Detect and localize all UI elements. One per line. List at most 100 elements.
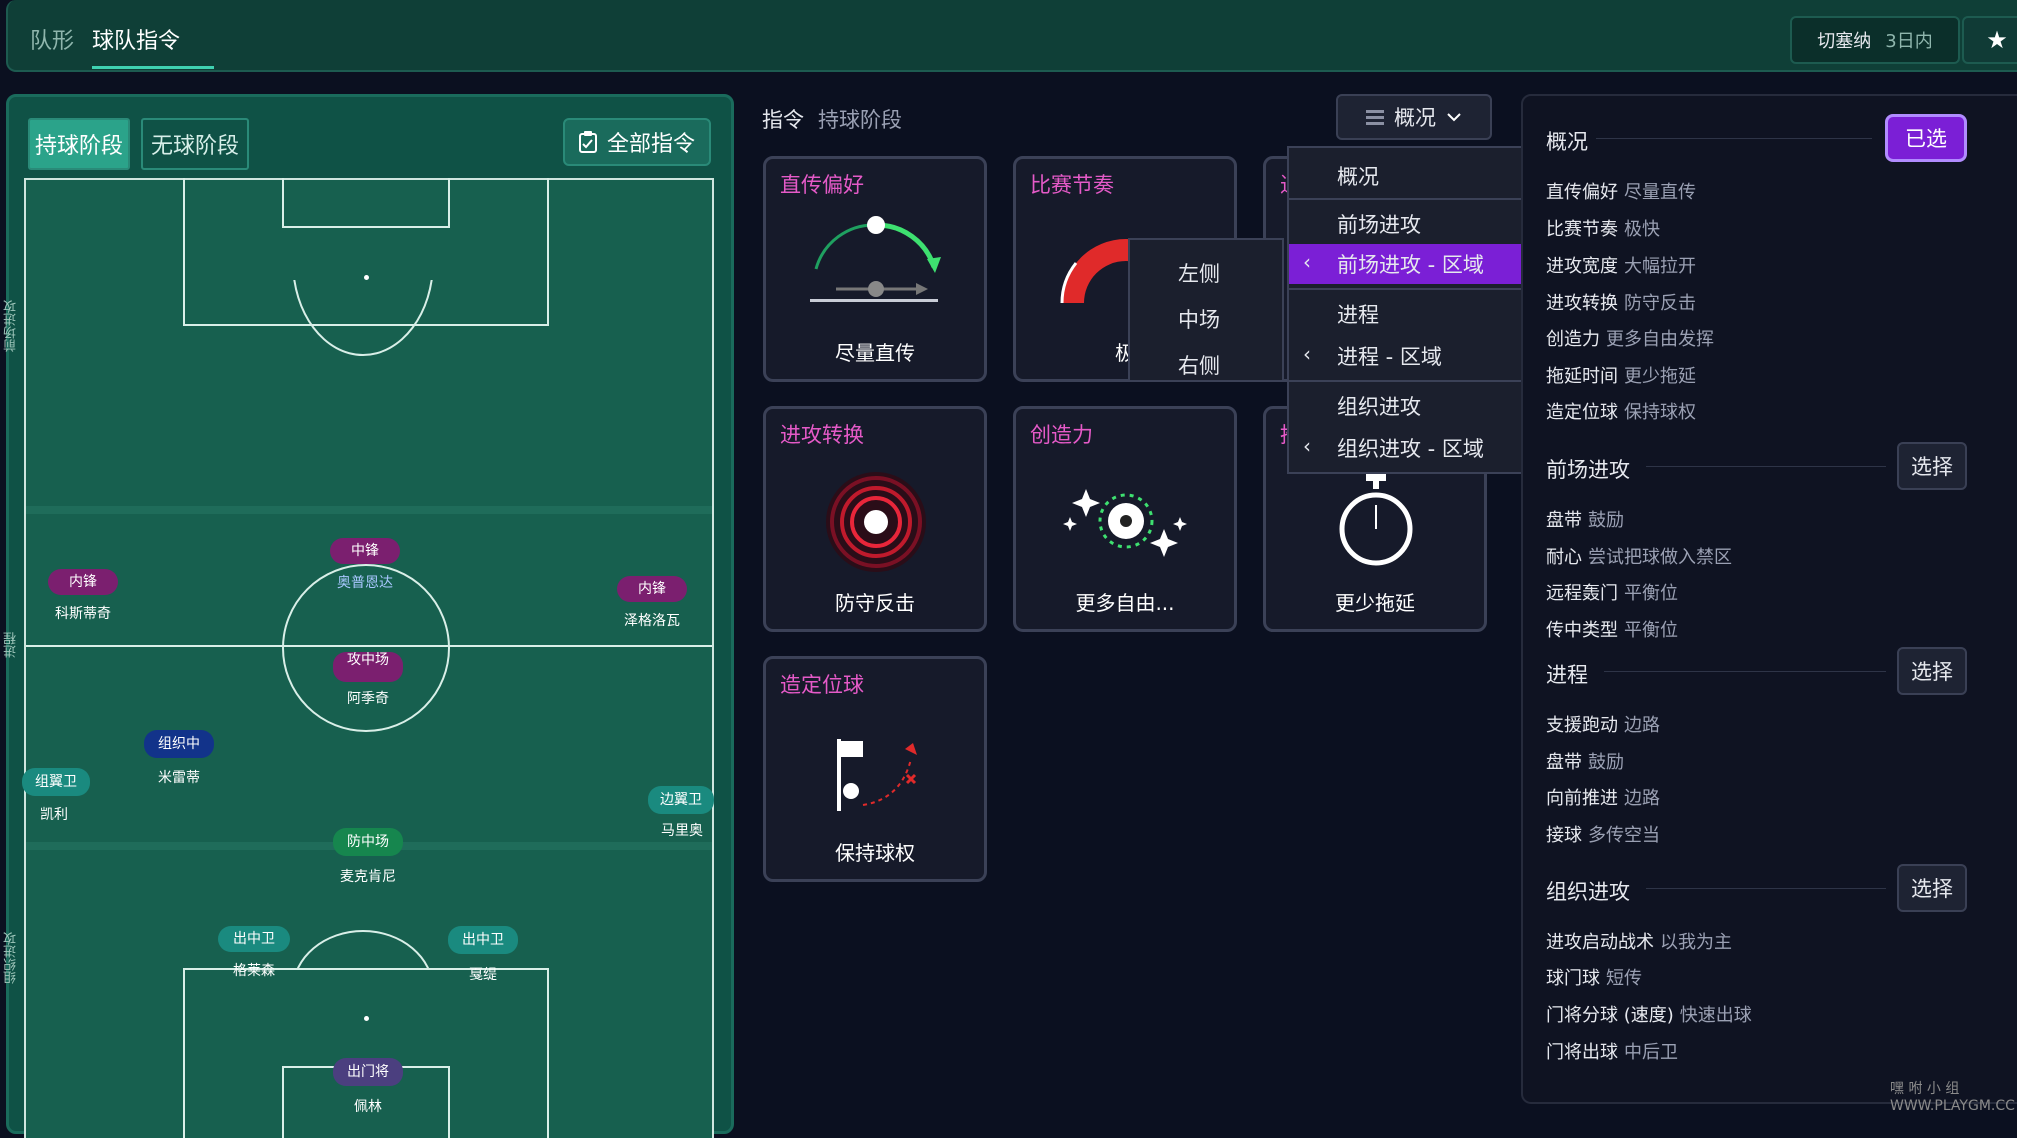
- summary-item: 比赛节奏 极快: [1546, 219, 1660, 240]
- match-time: 3日内: [1885, 31, 1933, 52]
- zone-divider: [26, 506, 712, 514]
- tab-formation[interactable]: 队形: [30, 20, 74, 58]
- favorite-star-button[interactable]: ★: [1962, 16, 2017, 64]
- dropdown-divider: [1289, 380, 1541, 382]
- chevron-left-icon: ‹: [1303, 434, 1311, 458]
- instructions-title: 指令: [762, 108, 804, 132]
- summary-item: 进攻宽度 大幅拉开: [1546, 256, 1696, 277]
- chevron-left-icon: ‹: [1303, 250, 1311, 274]
- player-name: 米雷蒂: [158, 770, 200, 786]
- all-instructions-button[interactable]: 全部指令: [563, 118, 711, 166]
- section-divider: [1596, 138, 1872, 139]
- summary-item: 向前推进 边路: [1546, 788, 1660, 809]
- in-possession-toggle[interactable]: 持球阶段: [28, 118, 130, 170]
- out-of-possession-toggle[interactable]: 无球阶段: [141, 118, 249, 170]
- summary-item: 进攻转换 防守反击: [1546, 293, 1696, 314]
- summary-item: 直传偏好 尽量直传: [1546, 182, 1696, 203]
- player-name: 戛缇: [469, 967, 497, 983]
- tab-team-instructions[interactable]: 球队指令: [92, 20, 180, 58]
- card-title: 直传偏好: [780, 173, 864, 197]
- select-progression-button[interactable]: 选择: [1897, 647, 1967, 695]
- dropdown-item-progression[interactable]: 进程: [1289, 294, 1541, 334]
- zone-label-final-third: 前场进攻: [4, 300, 19, 352]
- summary-item: 造定位球 保持球权: [1546, 402, 1696, 423]
- section-title-progression: 进程: [1546, 663, 1588, 687]
- instructions-phase: 持球阶段: [818, 108, 902, 132]
- selected-button[interactable]: 已选: [1885, 114, 1967, 162]
- top-bar: [6, 0, 2017, 72]
- card-value: 保持球权: [835, 841, 915, 865]
- summary-item: 传中类型 平衡位: [1546, 620, 1678, 641]
- player-name: 阿季奇: [347, 691, 389, 707]
- section-divider: [1604, 671, 1886, 672]
- dropdown-item-build-up[interactable]: 组织进攻: [1289, 386, 1541, 426]
- next-match-box[interactable]: 切塞纳 3日内: [1790, 16, 1960, 64]
- dropdown-item-progression-zone[interactable]: 进程 - 区域: [1289, 336, 1541, 376]
- player-role-pill[interactable]: 中锋: [330, 538, 400, 564]
- select-build-up-button[interactable]: 选择: [1897, 864, 1967, 912]
- player-name: 马里奥: [661, 823, 703, 839]
- player-role-pill[interactable]: 出中卫: [218, 926, 290, 952]
- chevron-down-icon: [1447, 113, 1461, 122]
- instruction-card-creativity[interactable]: 创造力 更多自由...: [1013, 406, 1237, 632]
- card-value: 更多自由...: [1075, 591, 1175, 615]
- overview-dropdown-button[interactable]: 概况: [1336, 94, 1492, 140]
- dropdown-divider: [1289, 288, 1541, 290]
- section-title-build-up: 组织进攻: [1546, 880, 1630, 904]
- player-name: 格莱森: [233, 963, 275, 979]
- list-icon: [1366, 110, 1384, 125]
- player-role-pill[interactable]: 出门将: [333, 1058, 403, 1086]
- summary-item: 盘带 鼓励: [1546, 510, 1624, 531]
- instruction-card-transition[interactable]: 进攻转换 防守反击: [763, 406, 987, 632]
- dropdown-item-final-third[interactable]: 前场进攻: [1289, 204, 1541, 244]
- submenu-item-center[interactable]: 中场: [1178, 304, 1220, 334]
- summary-item: 盘带 鼓励: [1546, 752, 1624, 773]
- summary-item: 远程轰门 平衡位: [1546, 583, 1678, 604]
- penalty-arc-top: [292, 280, 438, 360]
- active-tab-indicator: [92, 66, 214, 69]
- card-title: 造定位球: [780, 673, 864, 697]
- player-name: 麦克肯尼: [340, 869, 396, 885]
- player-role-pill[interactable]: 组织中: [144, 730, 214, 758]
- summary-item: 耐心 尝试把球做入禁区: [1546, 547, 1732, 568]
- player-role-pill[interactable]: 防中场: [333, 828, 403, 856]
- card-title: 比赛节奏: [1030, 173, 1114, 197]
- zone-label-build-up: 组织进攻: [4, 932, 19, 984]
- section-divider: [1646, 888, 1886, 889]
- penalty-spot: [364, 1016, 369, 1021]
- summary-item: 创造力 更多自由发挥: [1546, 329, 1714, 350]
- dropdown-item-final-third-zone[interactable]: 前场进攻 - 区域: [1289, 244, 1541, 284]
- dropdown-item-overview[interactable]: 概况: [1289, 156, 1541, 196]
- summary-item: 门将分球 (速度) 快速出球: [1546, 1005, 1752, 1026]
- goal-area-top: [282, 178, 450, 228]
- instruction-card-direct-passing[interactable]: 直传偏好 尽量直传: [763, 156, 987, 382]
- player-role-pill[interactable]: 组翼卫: [22, 768, 90, 796]
- summary-item: 拖延时间 更少拖延: [1546, 366, 1696, 387]
- summary-item: 进攻启动战术 以我为主: [1546, 932, 1732, 953]
- checklist-icon: [578, 131, 597, 153]
- card-value: 更少拖延: [1335, 591, 1415, 615]
- zone-label-progression: 进程: [4, 632, 19, 658]
- summary-item: 接球 多传空当: [1546, 825, 1660, 846]
- dropdown-item-build-up-zone[interactable]: 组织进攻 - 区域: [1289, 428, 1541, 468]
- player-role-pill[interactable]: 内锋: [48, 569, 118, 595]
- section-title-final-third: 前场进攻: [1546, 458, 1630, 482]
- player-role-pill[interactable]: 攻中场: [333, 652, 403, 682]
- creative-ball-icon: [1063, 489, 1187, 557]
- overview-dropdown-menu: 概况 前场进攻 前场进攻 - 区域 ‹ 进程 进程 - 区域 ‹ 组织进攻 组织…: [1287, 146, 1543, 474]
- submenu-item-left[interactable]: 左侧: [1178, 258, 1220, 288]
- opponent-name: 切塞纳: [1817, 31, 1872, 52]
- submenu-item-right[interactable]: 右侧: [1178, 350, 1220, 380]
- player-name: 凯利: [40, 807, 68, 823]
- card-value: 防守反击: [835, 591, 915, 615]
- card-title: 进攻转换: [780, 423, 864, 447]
- player-name: 科斯蒂奇: [55, 606, 111, 622]
- instruction-card-set-pieces[interactable]: 造定位球 保持球权: [763, 656, 987, 882]
- select-final-third-button[interactable]: 选择: [1897, 442, 1967, 490]
- summary-item: 球门球 短传: [1546, 968, 1642, 989]
- player-role-pill[interactable]: 出中卫: [448, 926, 518, 954]
- player-role-pill[interactable]: 内锋: [617, 576, 687, 602]
- player-name: 佩林: [354, 1099, 382, 1115]
- player-role-pill[interactable]: 边翼卫: [648, 786, 714, 814]
- summary-item: 门将出球 中后卫: [1546, 1042, 1678, 1063]
